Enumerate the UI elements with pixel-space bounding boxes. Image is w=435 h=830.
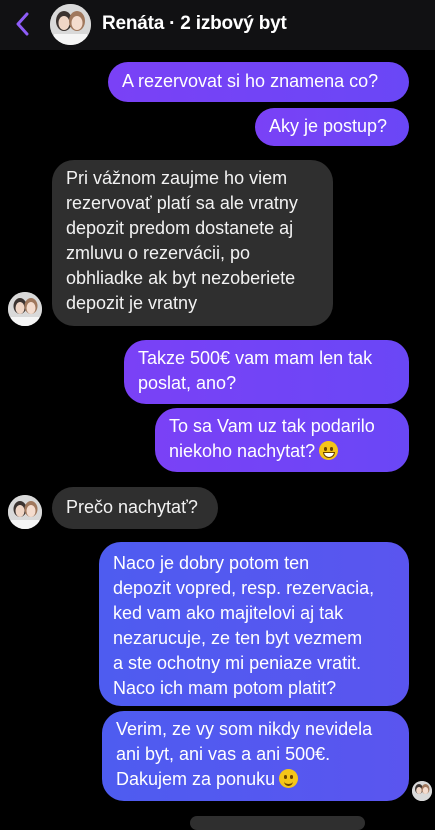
message-line: ani byt, ani vas a ani 500€.: [116, 744, 331, 764]
message-text: A rezervovat si ho znamena co?: [122, 71, 379, 91]
message-outgoing[interactable]: To sa Vam uz tak podarilo niekoho nachyt…: [155, 408, 409, 472]
message-line: depozit je vratny: [66, 293, 198, 313]
chat-header: Renáta · 2 izbový byt: [0, 0, 435, 50]
sender-avatar[interactable]: [8, 495, 42, 529]
message-outgoing[interactable]: Naco je dobry potom ten depozit vopred, …: [99, 542, 409, 706]
seen-receipt-avatar: [412, 781, 432, 801]
message-line: depozit predom dostanete aj: [66, 218, 294, 238]
partial-message-bubble: [190, 816, 365, 830]
message-line: nezarucuje, ze ten byt vezmem: [113, 628, 363, 648]
contact-avatar[interactable]: [50, 4, 91, 45]
message-outgoing[interactable]: Verim, ze vy som nikdy nevidela ani byt,…: [102, 711, 409, 801]
message-line: Verim, ze vy som nikdy nevidela: [116, 719, 373, 739]
contact-name: Renáta: [102, 13, 165, 34]
message-line: poslat, ano?: [138, 373, 237, 393]
chat-title[interactable]: Renáta · 2 izbový byt: [102, 13, 287, 35]
back-button[interactable]: [10, 10, 36, 38]
message-incoming[interactable]: Pri vážnom zaujme ho viem rezervovať pla…: [52, 160, 333, 326]
message-incoming[interactable]: Prečo nachytať?: [52, 487, 218, 529]
title-separator: ·: [169, 13, 176, 34]
sender-avatar[interactable]: [8, 292, 42, 326]
chevron-left-icon: [16, 12, 29, 36]
message-line: zmluvu o rezervácii, po: [66, 243, 251, 263]
message-line: Naco je dobry potom ten: [113, 553, 310, 573]
message-line: rezervovať platí sa ale vratny: [66, 193, 298, 213]
message-line: To sa Vam uz tak podarilo: [169, 416, 375, 436]
message-line: niekoho nachytat?: [169, 441, 316, 461]
message-line: ked vam ako majitelovi aj tak: [113, 603, 344, 623]
message-text: Prečo nachytať?: [66, 497, 198, 517]
message-line: a ste ochotny mi peniaze vratit.: [113, 653, 362, 673]
message-line: Dakujem za ponuku: [116, 769, 276, 789]
message-outgoing[interactable]: Aky je postup?: [255, 108, 409, 146]
message-line: obhliadke ak byt nezoberiete: [66, 268, 296, 288]
grinning-face-emoji: [319, 441, 339, 460]
message-outgoing[interactable]: A rezervovat si ho znamena co?: [108, 62, 409, 102]
message-line: depozit vopred, resp. rezervacia,: [113, 578, 375, 598]
message-text: Aky je postup?: [269, 116, 388, 136]
message-line: Takze 500€ vam mam len tak: [138, 348, 373, 368]
message-line: Pri vážnom zaujme ho viem: [66, 168, 288, 188]
slightly-smiling-face-emoji: [279, 769, 299, 788]
message-outgoing[interactable]: Takze 500€ vam mam len tak poslat, ano?: [124, 340, 409, 404]
message-line: Naco ich mam potom platit?: [113, 678, 337, 698]
listing-title: 2 izbový byt: [180, 13, 287, 34]
